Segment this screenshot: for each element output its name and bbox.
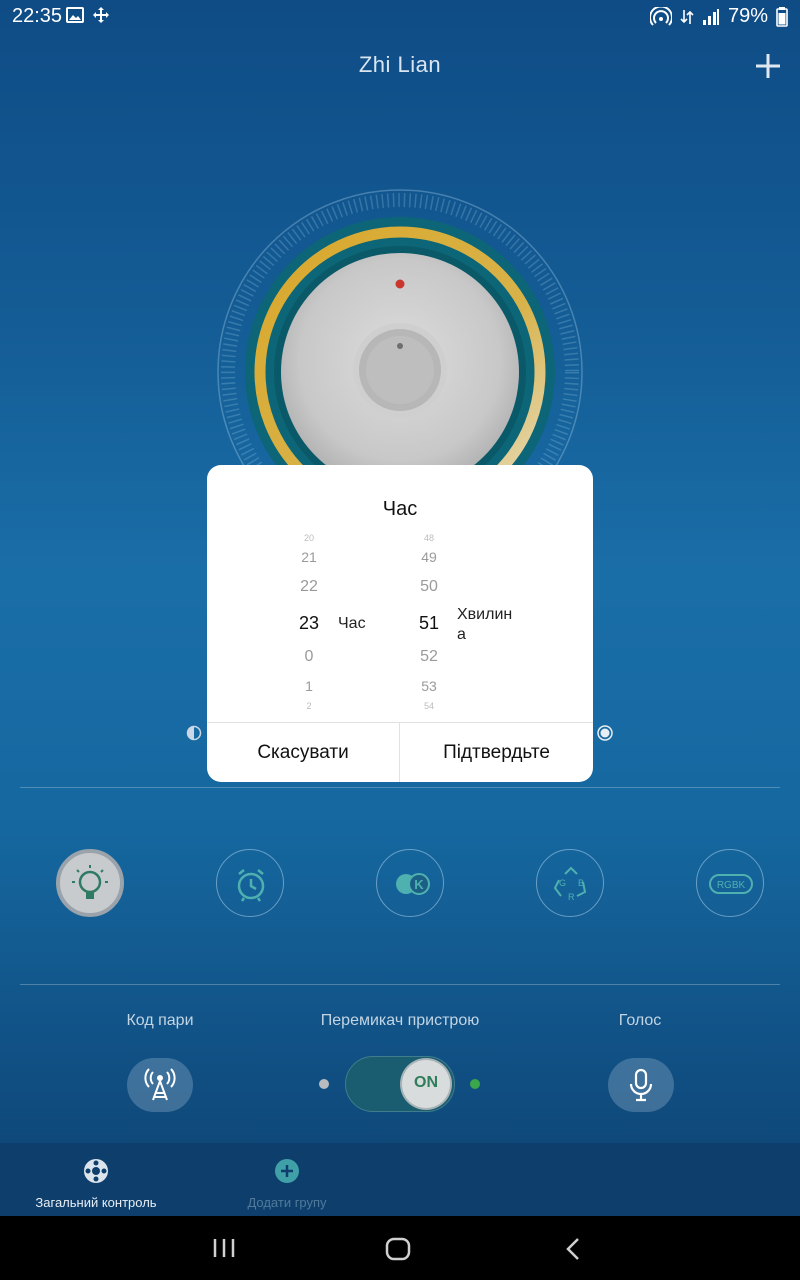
hour-option[interactable]: 22 [289,578,329,596]
recent-apps-button[interactable] [210,1236,238,1260]
tab-add-group[interactable]: Додати групу [222,1156,352,1210]
rgbk-icon: RGBK [709,874,753,894]
svg-text:G: G [559,878,566,888]
add-device-button[interactable] [748,46,788,86]
pair-code-button[interactable] [127,1058,193,1112]
dialog-title: Час [382,498,418,520]
status-time: 22:35 [12,5,63,27]
minute-picker[interactable]: 48 49 50 51 52 53 54 [409,525,449,720]
battery-percent: 79% [727,5,768,27]
battery-icon [776,6,788,27]
rgb-icon: G B R [553,866,587,902]
minute-unit-line: а [457,626,466,643]
minute-unit-label: Хвилин а [457,605,512,645]
dialog-actions: Скасувати Підтвердьте [207,722,593,782]
mode-light-button[interactable] [56,849,124,917]
minute-option[interactable]: 52 [409,648,449,666]
general-control-icon [84,1159,108,1183]
color-temperature-icon: K [396,873,430,895]
move-icon [93,7,109,23]
hotspot-icon [649,6,672,26]
voice-label: Голос [618,1012,662,1029]
device-switch-label: Перемикач пристрою [320,1012,480,1029]
svg-text:R: R [568,892,575,902]
tab-label: Додати групу [247,1195,327,1210]
divider [20,984,780,985]
mode-rgb-button[interactable]: G B R [536,849,604,917]
confirm-button[interactable]: Підтвердьте [400,723,593,782]
microphone-icon [629,1068,653,1102]
svg-text:B: B [578,878,584,888]
brightness-low-icon [186,725,202,741]
svg-text:RGBK: RGBK [717,880,746,891]
svg-text:K: K [414,877,424,892]
app-title: Zhi Lian [358,52,442,77]
back-button[interactable] [562,1236,586,1262]
voice-button[interactable] [608,1058,674,1112]
tab-label: Загальний контроль [35,1195,157,1210]
minute-option[interactable]: 49 [409,549,449,565]
hour-option[interactable]: 20 [289,533,329,543]
status-right: 79% [649,5,788,28]
switch-on-indicator [470,1079,480,1089]
cancel-button[interactable]: Скасувати [207,723,399,782]
alarm-clock-icon [237,869,265,902]
mode-color-temp-button[interactable]: K [376,849,444,917]
mode-rgbk-button[interactable]: RGBK [696,849,764,917]
time-picker-dialog: Час 20 21 22 23 0 1 2 Час 48 49 50 51 52… [207,465,593,782]
light-bulb-icon [72,865,108,899]
tab-general-control[interactable]: Загальний контроль [20,1156,172,1210]
brightness-high-icon [597,725,613,741]
minute-option[interactable]: 50 [409,578,449,596]
system-nav-bar [0,1216,800,1280]
pair-code-label: Код пари [126,1012,194,1029]
hour-option[interactable]: 0 [289,648,329,666]
signal-tower-icon [144,1068,176,1101]
mode-timer-button[interactable] [216,849,284,917]
hour-unit-label: Час [338,615,366,632]
hour-option[interactable]: 21 [289,549,329,565]
image-icon [66,7,84,23]
switch-off-indicator [319,1079,329,1089]
minute-option[interactable]: 48 [409,533,449,543]
data-icon [680,9,694,24]
hour-picker[interactable]: 20 21 22 23 0 1 2 [289,525,329,720]
switch-state-text: ON [414,1074,438,1091]
minute-option[interactable]: 54 [409,701,449,711]
status-bar: 22:35 79% [0,0,800,34]
add-group-icon [275,1159,299,1183]
minute-selected[interactable]: 51 [409,613,449,634]
divider [20,787,780,788]
home-button[interactable] [384,1236,412,1262]
hour-selected[interactable]: 23 [289,613,329,634]
status-left-icons [66,6,110,24]
hour-option[interactable]: 1 [289,678,329,694]
minute-option[interactable]: 53 [409,678,449,694]
hour-option[interactable]: 2 [289,701,329,711]
signal-icon [702,8,719,25]
minute-unit-line: Хвилин [457,606,513,623]
